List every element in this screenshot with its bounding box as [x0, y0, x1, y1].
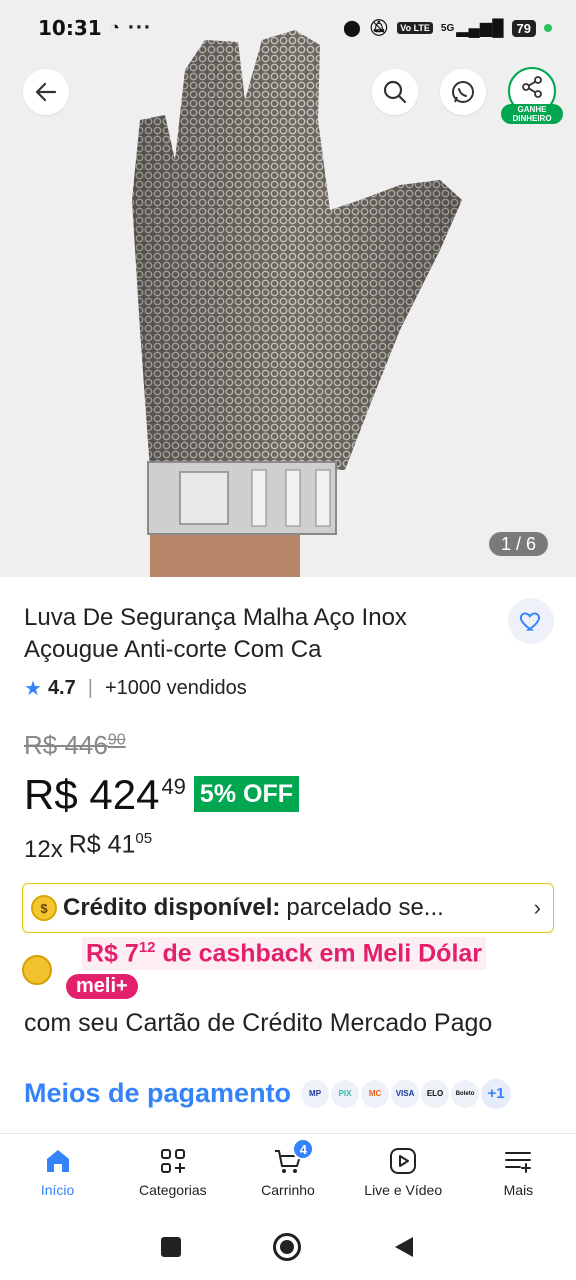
payment-method-icon: PIX: [331, 1079, 360, 1108]
home-icon: [46, 1150, 69, 1172]
current-price: R$ 424 49 5% OFF: [24, 772, 299, 818]
cashback-card-text: com seu Cartão de Crédito Mercado Pago: [24, 1009, 493, 1037]
play-video-icon: [390, 1148, 417, 1174]
recent-apps-button[interactable]: [161, 1236, 181, 1257]
installment-main: R$ 41: [68, 830, 136, 859]
network-type: 5G: [440, 22, 455, 34]
credit-text: parcelado se...: [286, 894, 444, 921]
payment-method-icon: VISA: [391, 1079, 420, 1108]
price-main: R$ 424: [24, 771, 160, 818]
location-icon: ⬤: [343, 20, 361, 37]
back-system-button[interactable]: [393, 1235, 415, 1259]
share-icon: [522, 76, 542, 98]
app-screen: GANHE DINHEIRO 1 / 6 10:31 ◔ ··· ⬤ 🔕︎ Vo…: [0, 0, 576, 1280]
payment-method-icon: MP: [301, 1079, 330, 1108]
rating-row[interactable]: ★ 4.7 | +1000 vendidos: [24, 676, 247, 701]
original-price: R$ 44690: [24, 730, 126, 761]
nav-home-label: Início: [40, 1182, 75, 1198]
whatsapp-notification-icon: ◔: [109, 18, 120, 37]
nav-cart-label: Carrinho: [261, 1182, 315, 1198]
payment-method-icon: ELO: [421, 1079, 450, 1108]
product-image-glove: [0, 0, 576, 577]
back-button[interactable]: [23, 69, 69, 115]
cashback-amount-main: R$ 7: [86, 939, 139, 968]
payment-methods-row[interactable]: Meios de pagamento MP PIX MC VISA ELO Bo…: [24, 1078, 512, 1109]
nav-live-video-label: Live e Vídeo: [364, 1182, 443, 1198]
installment-amount: R$ 4105: [69, 830, 152, 859]
system-navigation-bar: [0, 1213, 576, 1280]
sold-count: +1000 vendidos: [104, 677, 247, 699]
original-price-cents: 90: [107, 731, 126, 749]
payment-methods-link[interactable]: Meios de pagamento: [24, 1078, 291, 1109]
status-icons: ⬤ 🔕︎ Vo LTE 5G ▂▄▆█ 79: [343, 18, 552, 38]
nav-more[interactable]: Mais: [461, 1134, 576, 1213]
whatsapp-icon: [452, 81, 474, 103]
search-button[interactable]: [372, 69, 418, 115]
discount-badge: 5% OFF: [193, 776, 299, 812]
privacy-indicator-dot: [544, 24, 552, 32]
nav-home[interactable]: Início: [0, 1134, 115, 1213]
cashback-amount-cents: 12: [138, 939, 156, 956]
whatsapp-share-button[interactable]: [440, 69, 486, 115]
coin-icon: $: [31, 895, 57, 921]
bottom-navigation: Início Categorias 4 Carrinho Live e Víde…: [0, 1133, 576, 1213]
divider: |: [87, 677, 93, 699]
meli-plus-badge: meli+: [66, 974, 138, 999]
nav-cart[interactable]: 4 Carrinho: [230, 1134, 345, 1213]
status-time: 10:31: [38, 16, 102, 40]
search-icon: [383, 80, 407, 104]
price-cents: 49: [161, 774, 186, 799]
nav-live-video[interactable]: Live e Vídeo: [346, 1134, 461, 1213]
product-image-carousel[interactable]: GANHE DINHEIRO 1 / 6: [0, 0, 576, 577]
cashback-text: de cashback em Meli Dólar: [162, 939, 483, 968]
star-icon: ★: [24, 678, 42, 700]
volte-icon: Vo LTE: [397, 22, 433, 34]
payment-method-icon: MC: [361, 1079, 390, 1108]
credit-label: Crédito disponível:: [63, 894, 281, 921]
favorite-button[interactable]: [508, 598, 554, 644]
nav-more-label: Mais: [503, 1182, 534, 1198]
original-price-main: R$ 446: [24, 730, 108, 760]
share-earn-label: GANHE DINHEIRO: [501, 104, 563, 124]
installment-cents: 05: [135, 830, 153, 847]
arrow-left-icon: [35, 82, 57, 102]
cart-count-badge: 4: [292, 1138, 315, 1160]
heart-icon: [519, 612, 540, 631]
chevron-right-icon: ›: [533, 895, 541, 920]
installment-count: 12x: [24, 836, 63, 863]
credit-available-banner[interactable]: $ Crédito disponível: parcelado se... ›: [22, 883, 554, 933]
status-bar: 10:31 ◔ ··· ⬤ 🔕︎ Vo LTE 5G ▂▄▆█ 79: [0, 0, 576, 56]
product-title: Luva De Segurança Malha Aço Inox Açougue…: [24, 604, 407, 663]
nav-categories[interactable]: Categorias: [115, 1134, 230, 1213]
battery-icon: 79: [511, 19, 536, 37]
rating-value: 4.7: [47, 677, 76, 699]
home-system-inner-dot: [280, 1239, 294, 1254]
menu-plus-icon: [505, 1152, 532, 1173]
more-notifications-icon: ···: [127, 16, 152, 39]
categories-icon: [160, 1149, 185, 1173]
mute-icon: 🔕︎: [368, 20, 390, 37]
image-counter: 1 / 6: [489, 532, 549, 556]
cashback-line: R$ 712 de cashback em Meli Dólar: [82, 937, 487, 971]
payment-method-icon: Boleto: [451, 1079, 480, 1108]
installments: 12x R$ 4105: [24, 830, 152, 864]
more-payment-methods[interactable]: +1: [481, 1078, 512, 1109]
signal-icon: 5G ▂▄▆█: [440, 20, 504, 37]
nav-categories-label: Categorias: [138, 1182, 207, 1198]
meli-dollar-coin-icon: [22, 955, 52, 985]
home-system-button[interactable]: [273, 1232, 301, 1261]
